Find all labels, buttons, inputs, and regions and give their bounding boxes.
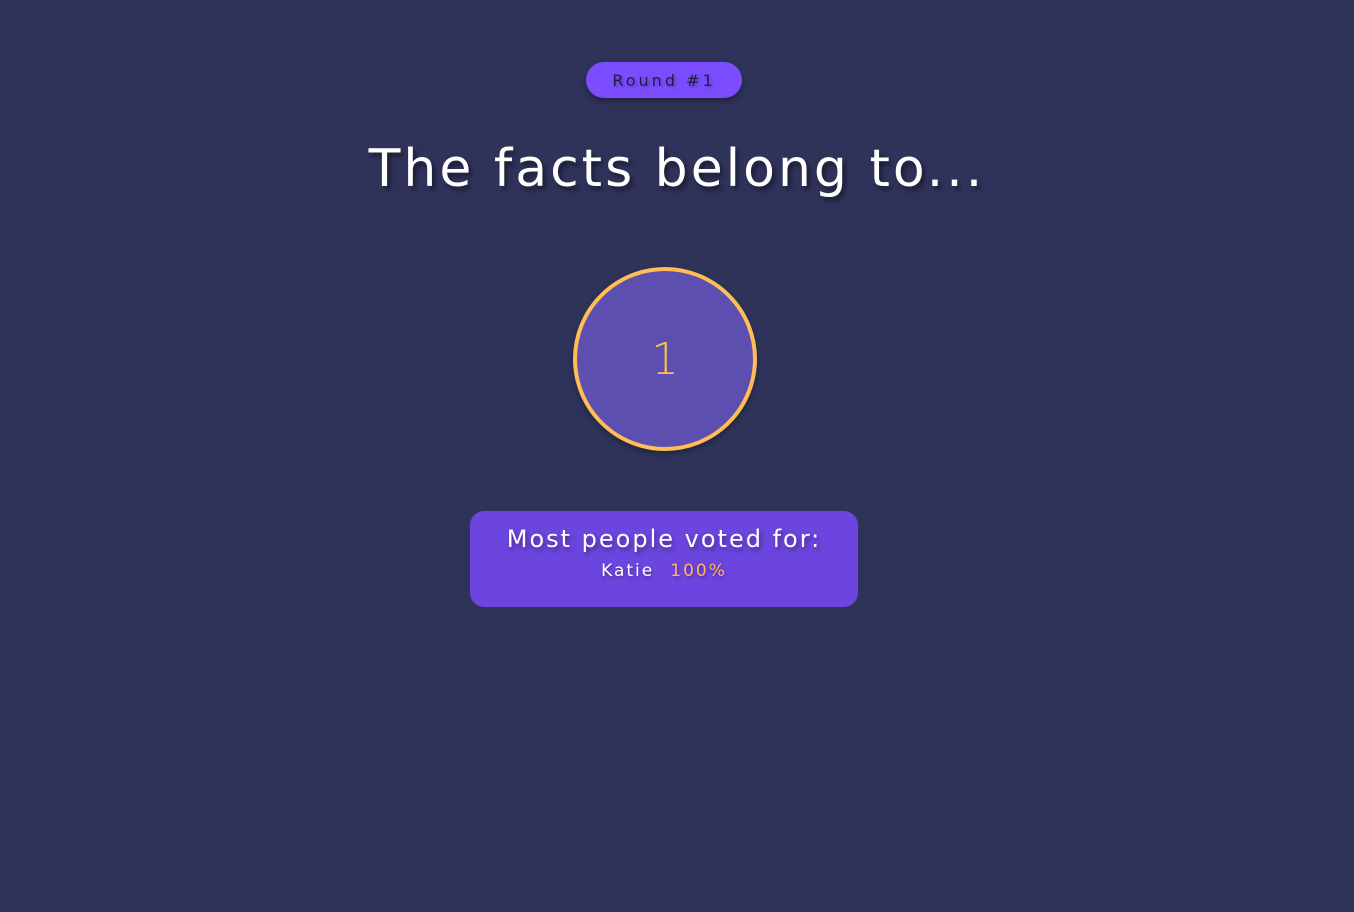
vote-result-card: Most people voted for: Katie 100% — [470, 511, 858, 607]
voted-player-name: Katie — [601, 561, 655, 581]
vote-result-row: Katie 100% — [470, 559, 858, 583]
vote-percentage: 100% — [670, 561, 727, 581]
round-label: Round #1 — [612, 70, 716, 90]
counter-value: 1 — [651, 333, 679, 385]
vote-heading: Most people voted for: — [506, 525, 822, 553]
round-badge: Round #1 — [586, 62, 742, 98]
page-title: The facts belong to... — [368, 139, 986, 199]
counter-circle: 1 — [573, 267, 757, 451]
